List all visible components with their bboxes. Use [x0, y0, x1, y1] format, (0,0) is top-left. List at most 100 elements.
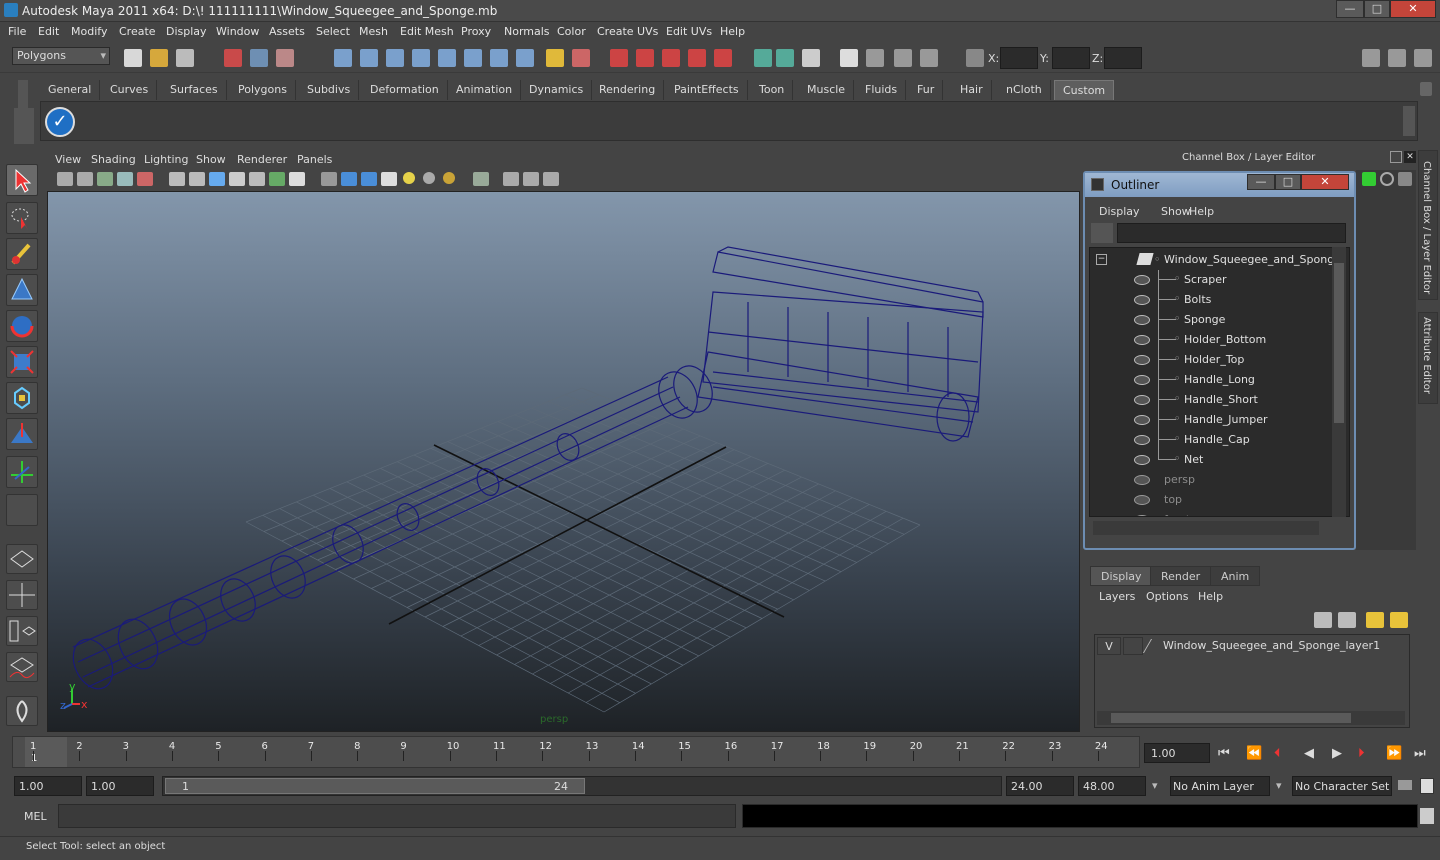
snap-vertex-icon[interactable]	[490, 49, 508, 67]
resolution-gate-icon[interactable]	[209, 172, 225, 186]
outliner-item-holder-top[interactable]: ◦ Holder_Top	[1090, 350, 1330, 370]
keyable-icon[interactable]	[1362, 172, 1376, 186]
isolate-select-icon[interactable]	[473, 172, 489, 186]
transform-mode-icon[interactable]	[966, 49, 984, 67]
menu-edit[interactable]: Edit	[38, 25, 59, 38]
shelf-tab-deformation[interactable]: Deformation	[362, 80, 448, 100]
trash-icon[interactable]	[1420, 82, 1432, 96]
menu-create[interactable]: Create	[119, 25, 156, 38]
paint-select-tool-icon[interactable]	[6, 238, 38, 270]
last-tool-icon[interactable]	[6, 494, 38, 526]
magnet-icon[interactable]	[636, 49, 654, 67]
help-question-icon[interactable]	[516, 49, 534, 67]
new-scene-icon[interactable]	[124, 49, 142, 67]
outliner-filter-icon[interactable]	[1091, 223, 1113, 243]
safe-title-icon[interactable]	[289, 172, 305, 186]
range-start-field[interactable]: 1.00	[86, 776, 154, 796]
shelf-tab-dynamics[interactable]: Dynamics	[521, 80, 593, 100]
soft-modification-icon[interactable]	[6, 418, 38, 450]
default-light-icon[interactable]	[403, 172, 415, 184]
wireframe-icon[interactable]	[321, 172, 337, 186]
new-layer-selected-icon[interactable]	[1390, 612, 1408, 628]
outliner-item-bolts[interactable]: ◦ Bolts	[1090, 290, 1330, 310]
shelf-scroll[interactable]	[1403, 106, 1415, 136]
render-settings-icon[interactable]	[920, 49, 938, 67]
outliner-root-item[interactable]: ◦ Window_Squeegee_and_Sponge	[1090, 250, 1341, 270]
viewport-menu-panels[interactable]: Panels	[297, 153, 332, 166]
image-plane-icon[interactable]	[117, 172, 133, 186]
animation-prefs-icon[interactable]	[1420, 778, 1434, 794]
menu-select[interactable]: Select	[316, 25, 350, 38]
render-current-icon[interactable]	[866, 49, 884, 67]
shelf-tab-general[interactable]: General	[40, 80, 101, 100]
outliner-menu-show[interactable]: Show	[1161, 205, 1191, 218]
menu-window[interactable]: Window	[216, 25, 259, 38]
float-panel-icon[interactable]	[1390, 151, 1402, 163]
z-input[interactable]	[1104, 47, 1142, 69]
shadows-icon[interactable]	[443, 172, 455, 184]
scale-tool-icon[interactable]	[6, 346, 38, 378]
outliner-minimize-button[interactable]: —	[1247, 174, 1275, 190]
layer-hscroll-thumb[interactable]	[1111, 713, 1351, 723]
menu-proxy[interactable]: Proxy	[461, 25, 491, 38]
range-bar[interactable]: 1 24	[165, 778, 585, 794]
menu-edit-mesh[interactable]: Edit Mesh	[400, 25, 454, 38]
layer-color-swatch[interactable]	[1142, 639, 1166, 653]
minimize-button[interactable]: —	[1336, 0, 1364, 18]
outliner-close-button[interactable]: ✕	[1301, 174, 1349, 190]
menu-help[interactable]: Help	[720, 25, 745, 38]
layer-tab-anim[interactable]: Anim	[1210, 566, 1261, 586]
attribute-editor-icon[interactable]	[1388, 49, 1406, 67]
snap-curve-icon[interactable]	[360, 49, 378, 67]
shelf-tab-toon[interactable]: Toon	[751, 80, 794, 100]
menu-assets[interactable]: Assets	[269, 25, 305, 38]
outliner-search-input[interactable]	[1117, 223, 1346, 243]
grid-toggle-icon[interactable]	[169, 172, 185, 186]
shelf-tab-painteffects[interactable]: PaintEffects	[666, 80, 748, 100]
step-back-key-icon[interactable]: ⏪	[1246, 746, 1262, 761]
shelf-menu-icon[interactable]	[14, 108, 34, 144]
construction-history-icon[interactable]	[662, 49, 680, 67]
open-scene-icon[interactable]	[150, 49, 168, 67]
layer-menu-layers[interactable]: Layers	[1099, 590, 1135, 603]
shelf-tab-custom[interactable]: Custom	[1054, 80, 1115, 100]
save-scene-icon[interactable]	[176, 49, 194, 67]
command-language-label[interactable]: MEL	[24, 810, 47, 823]
y-input[interactable]	[1052, 47, 1090, 69]
character-set-chevron-icon[interactable]: ▾	[1276, 779, 1282, 792]
outliner-camera-front[interactable]: front	[1090, 510, 1330, 516]
shelf-tab-animation[interactable]: Animation	[448, 80, 522, 100]
shelf-tab-surfaces[interactable]: Surfaces	[162, 80, 227, 100]
anim-start-field[interactable]: 1.00	[14, 776, 82, 796]
move-tool-icon[interactable]	[6, 274, 38, 306]
range-track[interactable]: 1 24	[162, 776, 1002, 796]
outliner-item-net[interactable]: ◦ Net	[1090, 450, 1330, 470]
xray-icon[interactable]	[503, 172, 519, 186]
play-forward-icon[interactable]: ▶	[1332, 746, 1342, 761]
viewport-menu-shading[interactable]: Shading	[91, 153, 136, 166]
current-time-field[interactable]: 1.00	[1144, 743, 1210, 763]
render-view-icon[interactable]	[840, 49, 858, 67]
menu-color[interactable]: Color	[557, 25, 586, 38]
time-slider[interactable]: 1 1 2 3 4 5 6 7 8 9 10 11 12 13 14 15 16 17 18 19 20 21 22 23 2…	[12, 736, 1140, 768]
camera-select-icon[interactable]	[57, 172, 73, 186]
smooth-shade-icon[interactable]	[341, 172, 357, 186]
show-manipulator-icon[interactable]	[6, 456, 38, 488]
toggle-sidebar-icon[interactable]	[1362, 49, 1380, 67]
select-hierarchy-icon[interactable]	[224, 49, 242, 67]
textured-icon[interactable]	[381, 172, 397, 186]
outliner-item-holder-bottom[interactable]: ◦ Holder_Bottom	[1090, 330, 1330, 350]
field-chart-icon[interactable]	[249, 172, 265, 186]
safe-action-icon[interactable]	[269, 172, 285, 186]
menu-display[interactable]: Display	[166, 25, 207, 38]
outliner-menu-display[interactable]: Display	[1099, 205, 1140, 218]
step-forward-frame-icon[interactable]: ⏵	[1358, 746, 1365, 761]
snap-grid-icon[interactable]	[334, 49, 352, 67]
range-end-field[interactable]: 24.00	[1006, 776, 1074, 796]
shelf-tab-rendering[interactable]: Rendering	[591, 80, 665, 100]
maximize-button[interactable]: □	[1364, 0, 1390, 18]
command-input[interactable]	[58, 804, 736, 828]
snap-live-icon[interactable]	[688, 49, 706, 67]
layout-graph-icon[interactable]	[6, 652, 38, 682]
outliner-item-scraper[interactable]: ◦ Scraper	[1090, 270, 1330, 290]
